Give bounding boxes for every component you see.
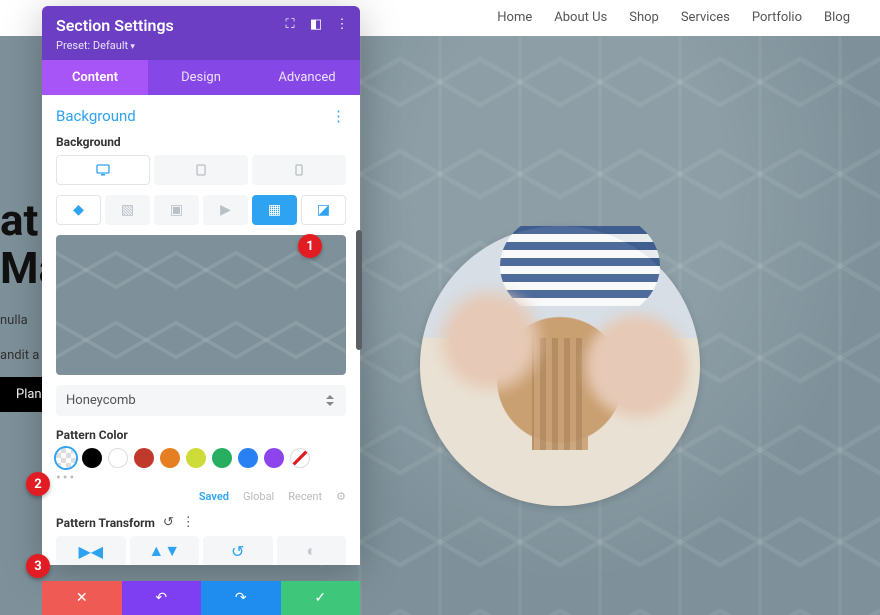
device-row xyxy=(56,155,346,185)
palette-recent[interactable]: Recent xyxy=(288,490,322,503)
device-desktop[interactable] xyxy=(56,155,150,185)
flip-h-icon: ▶◀ xyxy=(78,542,103,561)
panel-footer: ✕ ↶ ↷ ✓ xyxy=(42,581,360,615)
marker-2: 2 xyxy=(26,472,50,496)
desktop-icon xyxy=(96,164,110,176)
panel-tabs: Content Design Advanced xyxy=(42,60,360,95)
video-icon: ▶ xyxy=(220,202,231,218)
tab-advanced[interactable]: Advanced xyxy=(254,60,360,95)
image-icon: ▣ xyxy=(170,202,183,218)
nav-portfolio[interactable]: Portfolio xyxy=(752,10,802,25)
transform-options-icon[interactable]: ⋮ xyxy=(182,515,195,530)
nav-about[interactable]: About Us xyxy=(554,10,607,25)
swatch-blue[interactable] xyxy=(238,448,258,468)
tablet-icon xyxy=(196,164,206,176)
tab-content[interactable]: Content xyxy=(42,60,148,95)
bg-type-gradient[interactable]: ▧ xyxy=(105,195,150,225)
swatch-orange[interactable] xyxy=(160,448,180,468)
undo-button[interactable]: ↶ xyxy=(122,581,202,615)
bg-type-image[interactable]: ▣ xyxy=(154,195,199,225)
transform-label: Pattern Transform xyxy=(56,516,155,530)
flip-horizontal[interactable]: ▶◀ xyxy=(56,536,126,565)
swatch-red[interactable] xyxy=(134,448,154,468)
swatch-black[interactable] xyxy=(82,448,102,468)
bg-type-video[interactable]: ▶ xyxy=(203,195,248,225)
phone-icon xyxy=(295,164,303,176)
section-options-icon[interactable]: ⋮ xyxy=(331,107,346,125)
pattern-color-label: Pattern Color xyxy=(56,428,346,442)
section-heading[interactable]: Background xyxy=(56,107,136,125)
section-settings-panel: Section Settings Preset: Default ⛶ ◧ ⋮ C… xyxy=(42,6,360,565)
invert-icon: ◐ xyxy=(306,541,316,561)
marker-3: 3 xyxy=(26,554,50,578)
panel-header: Section Settings Preset: Default ⛶ ◧ ⋮ xyxy=(42,6,360,60)
swatch-purple[interactable] xyxy=(264,448,284,468)
swatch-more[interactable]: ••• xyxy=(56,470,346,486)
redo-icon: ↷ xyxy=(235,590,247,606)
marker-1: 1 xyxy=(298,234,322,258)
preset-dropdown[interactable]: Preset: Default xyxy=(56,39,346,52)
panel-body: Background ⋮ Background ◆ ▧ ▣ ▶ ▦ ◪ Hone… xyxy=(42,95,360,565)
site-nav: Home About Us Shop Services Portfolio Bl… xyxy=(497,10,850,25)
bucket-icon: ◆ xyxy=(73,202,84,218)
rotate[interactable]: ↺ xyxy=(203,536,273,565)
transform-row: ▶◀ ▲▼ ↺ ◐ xyxy=(56,536,346,565)
device-phone[interactable] xyxy=(252,155,346,185)
save-button[interactable]: ✓ xyxy=(281,581,361,615)
nav-shop[interactable]: Shop xyxy=(629,10,659,25)
invert[interactable]: ◐ xyxy=(277,536,347,565)
palette-global[interactable]: Global xyxy=(243,490,274,503)
bg-type-row: ◆ ▧ ▣ ▶ ▦ ◪ xyxy=(56,195,346,225)
more-icon[interactable]: ⋮ xyxy=(334,16,350,32)
bg-type-mask[interactable]: ◪ xyxy=(301,195,346,225)
swatch-none[interactable] xyxy=(290,448,310,468)
background-label: Background xyxy=(56,135,346,149)
swatch-row xyxy=(56,448,346,468)
check-icon: ✓ xyxy=(314,590,326,606)
palette-row: Saved Global Recent ⚙ xyxy=(56,490,346,503)
expand-icon[interactable]: ⛶ xyxy=(282,16,298,32)
hero-photo-hand xyxy=(582,286,692,446)
bg-type-color[interactable]: ◆ xyxy=(56,195,101,225)
flip-v-icon: ▲▼ xyxy=(148,541,180,561)
undo-icon: ↶ xyxy=(155,590,167,606)
pattern-select[interactable]: Honeycomb xyxy=(56,385,346,416)
close-icon: ✕ xyxy=(76,590,88,606)
palette-gear-icon[interactable]: ⚙ xyxy=(336,490,346,503)
cancel-button[interactable]: ✕ xyxy=(42,581,122,615)
tab-design[interactable]: Design xyxy=(148,60,254,95)
swatch-green[interactable] xyxy=(212,448,232,468)
nav-home[interactable]: Home xyxy=(497,10,532,25)
redo-button[interactable]: ↷ xyxy=(201,581,281,615)
gradient-icon: ▧ xyxy=(121,202,134,218)
swatch-white[interactable] xyxy=(108,448,128,468)
hero-photo xyxy=(420,226,700,506)
swatch-transparent[interactable] xyxy=(56,448,76,468)
snap-icon[interactable]: ◧ xyxy=(308,16,324,32)
pattern-icon: ▦ xyxy=(268,202,281,218)
reset-icon[interactable]: ↺ xyxy=(163,515,174,530)
palette-saved[interactable]: Saved xyxy=(199,490,229,503)
device-tablet[interactable] xyxy=(154,155,248,185)
rotate-icon: ↺ xyxy=(231,542,244,561)
mask-icon: ◪ xyxy=(317,202,330,218)
flip-vertical[interactable]: ▲▼ xyxy=(130,536,200,565)
nav-blog[interactable]: Blog xyxy=(824,10,850,25)
page-root: Home About Us Shop Services Portfolio Bl… xyxy=(0,0,880,615)
swatch-yellow[interactable] xyxy=(186,448,206,468)
bg-type-pattern[interactable]: ▦ xyxy=(252,195,297,225)
nav-services[interactable]: Services xyxy=(681,10,730,25)
panel-scrollbar[interactable] xyxy=(356,230,362,350)
